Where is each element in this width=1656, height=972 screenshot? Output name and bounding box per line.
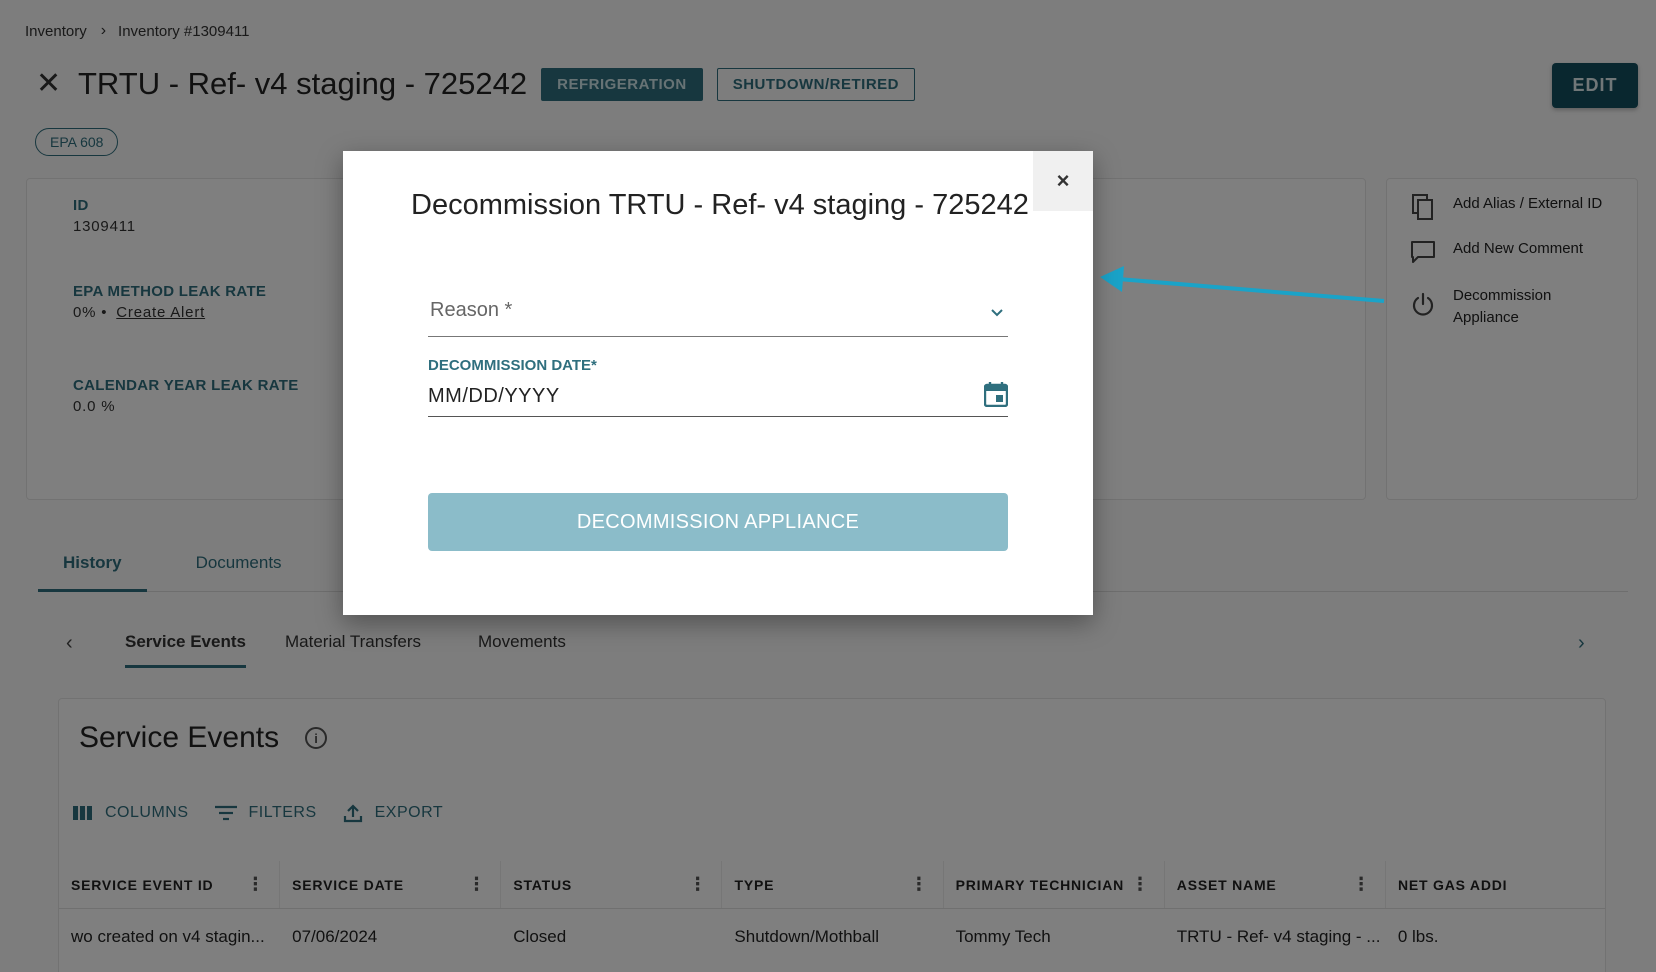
decommission-date-field[interactable]: MM/DD/YYYY: [428, 381, 1009, 417]
decommission-date-input[interactable]: MM/DD/YYYY: [428, 385, 560, 408]
decommission-dialog: × Decommission TRTU - Ref- v4 staging - …: [343, 151, 1093, 615]
decommission-appliance-button[interactable]: DECOMMISSION APPLIANCE: [428, 493, 1008, 551]
chevron-down-icon: [990, 305, 1004, 319]
reason-label: Reason *: [430, 299, 513, 321]
close-button[interactable]: ×: [1033, 151, 1093, 211]
decommission-date-label: DECOMMISSION DATE*: [428, 357, 597, 374]
inventory-detail-page: Inventory › Inventory #1309411 ✕ TRTU - …: [0, 0, 1656, 972]
reason-select[interactable]: Reason *: [428, 291, 1008, 337]
dialog-title: Decommission TRTU - Ref- v4 staging - 72…: [411, 189, 1029, 221]
calendar-icon[interactable]: [983, 381, 1009, 412]
